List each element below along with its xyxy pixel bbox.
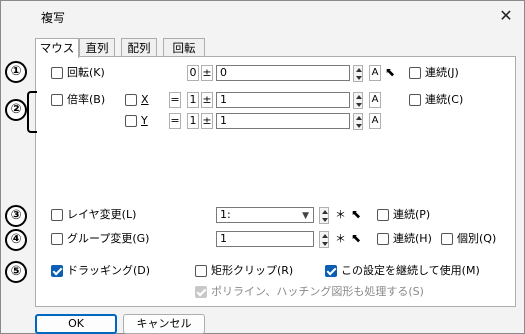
marker-5: ⑤	[5, 261, 27, 283]
group-individual-label: 個別(Q)	[457, 232, 497, 245]
rect-clip-label: 矩形クリップ(R)	[211, 264, 294, 277]
scale-y-eq: =	[169, 113, 181, 129]
group-label: グループ変更(G)	[67, 232, 150, 245]
tab-array[interactable]: 配列	[121, 38, 157, 57]
scale-label: 倍率(B)	[67, 93, 106, 106]
scale-continuous-label: 連続(C)	[425, 93, 464, 106]
scale-x-input[interactable]: 1	[216, 92, 350, 108]
layer-checkbox[interactable]	[51, 209, 63, 221]
group-input[interactable]: 1	[216, 231, 314, 247]
marker-1: ①	[5, 61, 27, 83]
drag-checkbox[interactable]	[51, 265, 63, 277]
layer-combo-value: 1:	[220, 208, 231, 221]
dialog-title: 複写	[41, 11, 66, 25]
polyline-label: ポリライン、ハッチング図形も処理する(S)	[211, 285, 424, 298]
scale-x-one[interactable]: 1	[187, 92, 199, 108]
marker-2: ②	[5, 99, 27, 121]
layer-label: レイヤ変更(L)	[67, 208, 137, 221]
scale-y-one[interactable]: 1	[187, 113, 199, 129]
scale-x-a-icon[interactable]: A	[369, 92, 381, 108]
layer-star-icon[interactable]: ＊	[335, 208, 346, 222]
scale-y-a-icon[interactable]: A	[369, 113, 381, 129]
rotate-spin[interactable]	[353, 65, 363, 82]
rotate-label: 回転(K)	[67, 66, 105, 79]
rect-clip-checkbox[interactable]	[195, 265, 207, 277]
rotate-plusminus[interactable]: ±	[201, 65, 213, 81]
close-icon[interactable]: ✕	[496, 6, 516, 26]
scale-y-label: Y	[141, 114, 148, 127]
marker-3: ③	[5, 205, 27, 227]
group-spin[interactable]	[319, 231, 329, 248]
scale-x-spin[interactable]	[353, 92, 363, 109]
layer-continuous-checkbox[interactable]	[377, 209, 389, 221]
group-continuous-checkbox[interactable]	[377, 233, 389, 245]
scale-x-plusminus[interactable]: ±	[201, 92, 213, 108]
copy-dialog: 複写 ✕ マウス 直列 配列 回転 ① ② ③ ④ ⑤ 回転(K) 0 ± 0 …	[0, 0, 525, 334]
layer-continuous-label: 連続(P)	[393, 208, 431, 221]
scale-continuous-checkbox[interactable]	[409, 94, 421, 106]
rotate-a-icon[interactable]: A	[369, 65, 381, 81]
scale-x-label: X	[141, 93, 149, 106]
layer-spin[interactable]	[319, 207, 329, 224]
rotate-continuous-checkbox[interactable]	[409, 67, 421, 79]
chevron-down-icon: ▼	[302, 211, 309, 221]
rotate-continuous-label: 連続(J)	[425, 66, 459, 79]
rotate-value-input[interactable]: 0	[216, 65, 350, 81]
bracket-decoration	[27, 91, 37, 133]
group-star-icon[interactable]: ＊	[335, 232, 346, 246]
scale-y-checkbox[interactable]	[125, 115, 137, 127]
continue-setting-label: この設定を継続して使用(M)	[341, 264, 480, 277]
marker-4: ④	[5, 229, 27, 251]
continue-setting-checkbox[interactable]	[325, 265, 337, 277]
group-individual-checkbox[interactable]	[441, 233, 453, 245]
scale-y-spin[interactable]	[353, 113, 363, 130]
cancel-button[interactable]: キャンセル	[123, 314, 205, 334]
scale-x-eq: =	[169, 92, 181, 108]
scale-checkbox[interactable]	[51, 94, 63, 106]
group-pointer-icon[interactable]: ⬉	[351, 231, 361, 245]
layer-combo[interactable]: 1: ▼	[216, 207, 314, 223]
scale-y-input[interactable]: 1	[216, 113, 350, 129]
title-bar: 複写 ✕	[1, 1, 524, 31]
group-continuous-label: 連続(H)	[393, 232, 432, 245]
polyline-checkbox[interactable]	[195, 286, 207, 298]
tab-rotate[interactable]: 回転	[163, 38, 205, 57]
ok-button[interactable]: OK	[35, 314, 117, 334]
scale-y-plusminus[interactable]: ±	[201, 113, 213, 129]
group-checkbox[interactable]	[51, 233, 63, 245]
drag-label: ドラッギング(D)	[67, 264, 151, 277]
rotate-pointer-icon[interactable]: ⬉	[385, 65, 395, 79]
layer-pointer-icon[interactable]: ⬉	[351, 207, 361, 221]
scale-x-checkbox[interactable]	[125, 94, 137, 106]
tab-series[interactable]: 直列	[79, 38, 115, 57]
tab-mouse[interactable]: マウス	[35, 38, 79, 58]
rotate-checkbox[interactable]	[51, 67, 63, 79]
rotate-base-field[interactable]: 0	[187, 65, 199, 81]
